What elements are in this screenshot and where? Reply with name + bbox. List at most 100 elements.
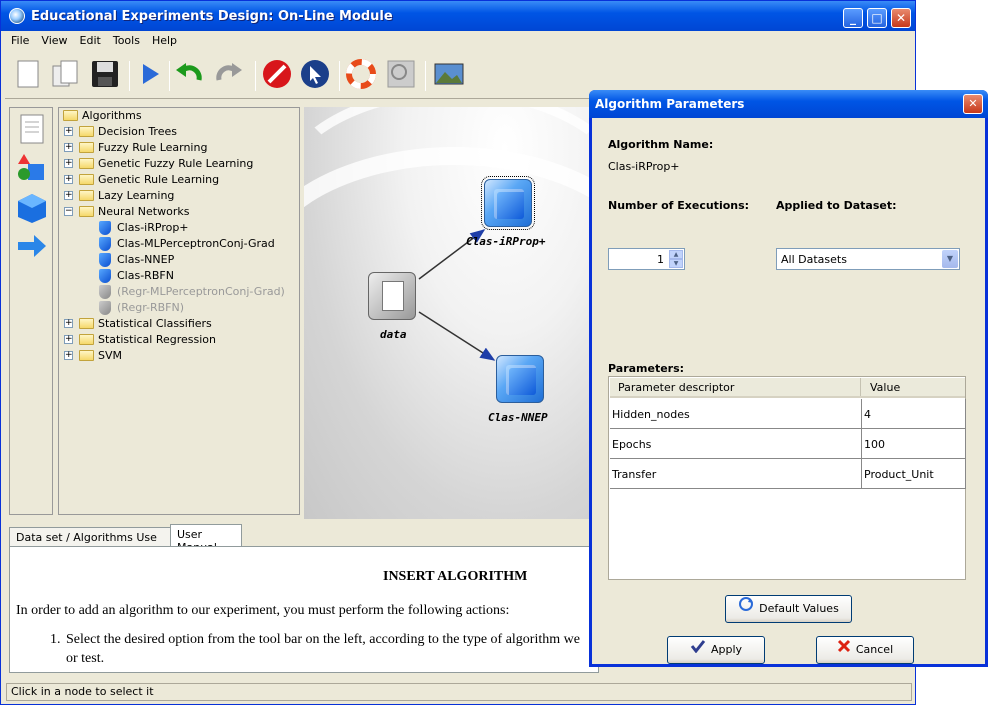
tree-item-label: Clas-RBFN [117,269,174,282]
algorithm-shield-icon [99,221,111,235]
redo-icon[interactable] [213,58,245,90]
menu-tools[interactable]: Tools [107,33,146,48]
tree-item-label: Fuzzy Rule Learning [98,141,208,154]
algorithm-tree: Algorithms + Decision Trees + Fuzzy Rule Le… [58,107,300,515]
manual-heading: INSERT ALGORITHM [383,569,528,584]
chevron-down-icon[interactable]: ▼ [942,250,958,268]
cancel-label: Cancel [855,643,894,656]
status-bar: Click in a node to select it [6,683,912,701]
reset-icon [738,596,754,622]
spin-down-icon[interactable]: ▼ [669,259,683,268]
expand-toggle-icon[interactable]: + [64,319,73,328]
experiment-canvas[interactable]: data Clas-iRProp+ Clas-NNEP [304,107,591,519]
dataset-icon[interactable] [20,114,44,147]
menu-edit[interactable]: Edit [74,33,107,48]
tab-user-manual[interactable]: User Manual [170,524,242,554]
cancel-button[interactable]: Cancel [816,636,914,664]
manual-intro: In order to add an algorithm to our expe… [16,603,510,618]
expand-toggle-icon[interactable]: + [64,143,73,152]
expand-toggle-icon[interactable]: + [64,335,73,344]
col-value-header[interactable]: Value [862,378,966,396]
menu-bar: File View Edit Tools Help [5,33,911,51]
param-name-cell[interactable]: Hidden_nodes [610,399,862,429]
param-value-cell[interactable]: 100 [862,429,966,459]
image-icon[interactable] [433,58,465,90]
dataset-label: Applied to Dataset: [776,199,897,212]
algorithm-name-label: Algorithm Name: [608,138,714,151]
algorithm-shield-icon [99,285,111,299]
arrow-icon[interactable] [16,232,48,263]
select-pointer-icon[interactable] [299,58,331,90]
expand-toggle-icon[interactable]: + [64,127,73,136]
preprocess-icon[interactable] [16,152,48,187]
col-descriptor-header[interactable]: Parameter descriptor [610,378,861,396]
folder-icon [79,334,94,345]
param-value-cell[interactable]: Product_Unit [862,459,966,489]
run-icon[interactable] [133,58,165,90]
help-lifebuoy-icon[interactable] [345,58,377,90]
manual-step-1: Select the desired option from the tool … [66,632,580,647]
maximize-button[interactable]: □ [867,8,887,28]
param-name-cell[interactable]: Epochs [610,429,862,459]
manual-step-number: 1. [50,632,61,647]
executions-spinner[interactable]: 1 ▲ ▼ [608,248,685,270]
menu-view[interactable]: View [35,33,73,48]
tree-item-label: Genetic Fuzzy Rule Learning [98,157,254,170]
title-bar: Educational Experiments Design: On-Line … [1,1,915,31]
manual-step-1-cont: or test. [66,651,105,666]
expand-toggle-icon[interactable]: + [64,191,73,200]
zoom-icon[interactable] [385,58,417,90]
open-icon[interactable] [49,58,81,90]
menu-help[interactable]: Help [146,33,183,48]
tree-item-label: Statistical Regression [98,333,217,346]
folder-icon [79,206,94,217]
algorithm-cube-icon [481,176,535,230]
dataset-select[interactable]: All Datasets ▼ [776,248,960,270]
folder-icon [79,142,94,153]
expand-toggle-icon[interactable]: + [64,175,73,184]
minimize-button[interactable]: _ [843,8,863,28]
tree-item-label: Decision Trees [98,125,177,138]
undo-icon[interactable] [173,58,205,90]
data-node-label: data [380,328,407,341]
cancel-x-icon [837,637,851,663]
tree-item-label: Clas-MLPerceptronConj-Grad [117,237,275,250]
user-manual-panel: INSERT ALGORITHM In order to add an algo… [9,546,599,673]
method-cube-icon[interactable] [16,192,48,227]
algorithm-parameters-dialog: Algorithm Parameters ✕ Algorithm Name: C… [589,90,988,667]
algorithm-shield-icon [99,301,111,315]
connection-lines [418,229,496,361]
irprop-node-label: Clas-iRProp+ [466,235,546,248]
expand-toggle-icon[interactable]: − [64,207,73,216]
nnep-node-label: Clas-NNEP [488,411,548,424]
stop-icon[interactable] [261,58,293,90]
param-value-cell[interactable]: 4 [862,399,966,429]
dialog-title: Algorithm Parameters [589,90,988,118]
tree-item-label: Genetic Rule Learning [98,173,220,186]
default-values-label: Default Values [759,602,839,615]
expand-toggle-icon[interactable]: + [64,351,73,360]
dialog-close-button[interactable]: ✕ [963,94,983,114]
dataset-node-icon [368,272,416,320]
apply-button[interactable]: Apply [667,636,765,664]
algorithm-shield-icon [99,237,111,251]
expand-toggle-icon[interactable]: + [64,159,73,168]
spin-up-icon[interactable]: ▲ [669,250,683,259]
save-icon[interactable] [89,58,121,90]
algorithm-type-toolbar [9,107,53,515]
tab-dataset-use-case[interactable]: Data set / Algorithms Use Case [9,527,171,557]
app-icon [9,8,25,24]
close-button[interactable]: ✕ [891,8,911,28]
parameters-table: Parameter descriptor Value Hidden_nodes … [608,376,966,580]
param-name-cell[interactable]: Transfer [610,459,862,489]
apply-label: Apply [710,643,743,656]
tree-item-label: Statistical Classifiers [98,317,212,330]
menu-file[interactable]: File [5,33,35,48]
tree-item-label: (Regr-RBFN) [117,301,185,314]
algorithm-shield-icon [99,269,111,283]
folder-icon [79,158,94,169]
dialog-body: Algorithm Name: Clas-iRProp+ Number of E… [592,118,985,664]
new-icon[interactable] [11,58,43,90]
check-icon [690,637,706,663]
default-values-button[interactable]: Default Values [725,595,852,623]
